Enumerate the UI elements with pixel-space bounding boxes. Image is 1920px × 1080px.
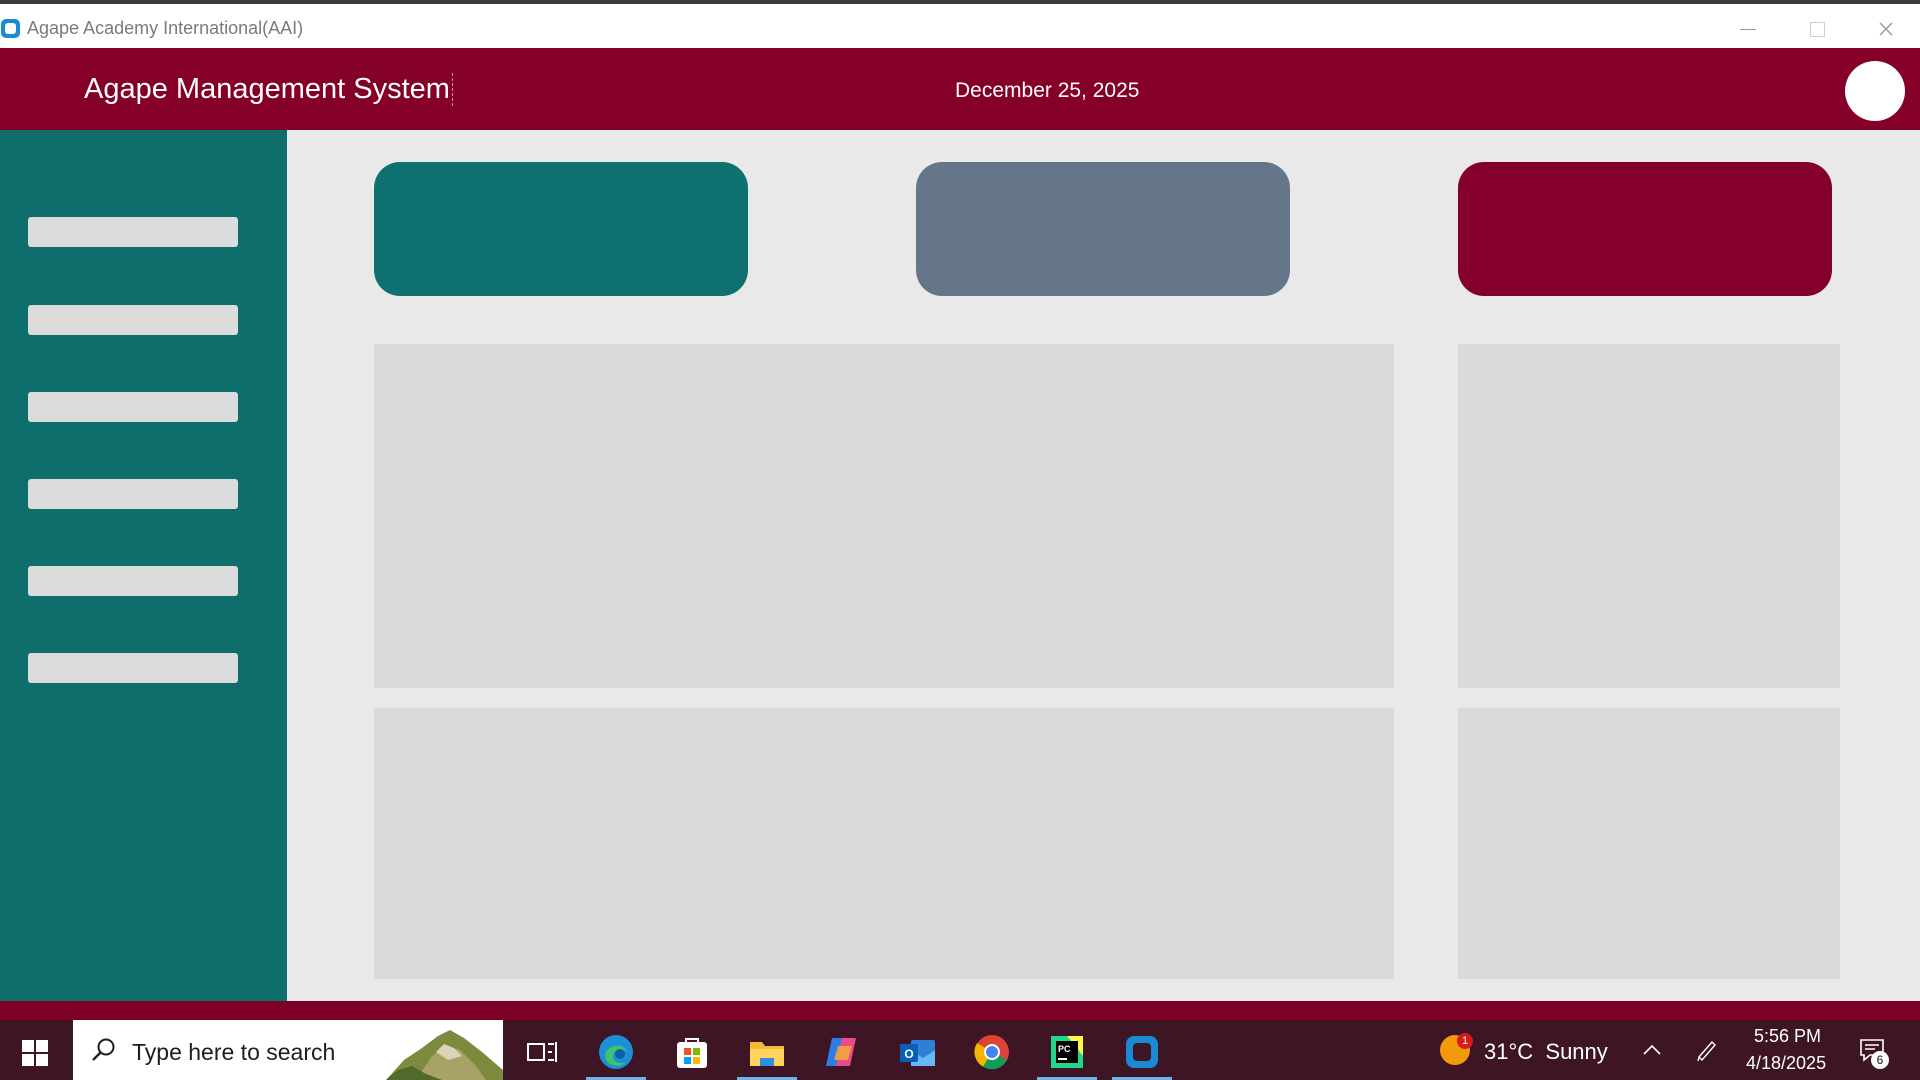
main-content: [287, 130, 1920, 1001]
summary-card-slate[interactable]: [916, 162, 1290, 296]
content-panel-bottom-right: [1458, 708, 1840, 979]
edge-icon[interactable]: [596, 1032, 636, 1072]
content-panel-top-left: [374, 344, 1394, 688]
clock-time[interactable]: 5:56 PM: [1754, 1026, 1821, 1047]
windows-start-icon[interactable]: [22, 1040, 48, 1066]
store-icon[interactable]: [672, 1032, 712, 1072]
outlook-icon[interactable]: O: [897, 1032, 937, 1072]
summary-card-maroon[interactable]: [1458, 162, 1832, 296]
weather-badge: 1: [1457, 1033, 1473, 1049]
window-title: Agape Academy International(AAI): [27, 18, 304, 38]
minimize-icon: [1740, 29, 1756, 30]
taskbar-search-box[interactable]: Type here to search: [73, 1020, 503, 1080]
pycharm-icon[interactable]: PC: [1047, 1032, 1087, 1072]
app-title: Agape Management System: [84, 73, 453, 106]
sidebar-button-5[interactable]: [28, 566, 238, 596]
chrome-icon[interactable]: [972, 1032, 1012, 1072]
pen-icon[interactable]: [1694, 1036, 1720, 1062]
content-panel-top-right: [1458, 344, 1840, 688]
sidebar-button-4[interactable]: [28, 479, 238, 509]
app-icon: [1, 19, 20, 38]
summary-card-teal[interactable]: [374, 162, 748, 296]
weather-condition: Sunny: [1545, 1039, 1608, 1064]
app-footer: [0, 1001, 1920, 1020]
sidebar-button-6[interactable]: [28, 653, 238, 683]
notification-count-badge: 6: [1871, 1051, 1889, 1069]
header-date: December 25, 2025: [955, 79, 1140, 102]
clock-date[interactable]: 4/18/2025: [1746, 1053, 1826, 1074]
svg-text:O: O: [904, 1047, 913, 1061]
task-view-icon[interactable]: [522, 1032, 562, 1072]
minimize-button[interactable]: [1728, 12, 1768, 46]
app-window-icon[interactable]: [1122, 1032, 1162, 1072]
close-button[interactable]: [1866, 12, 1906, 46]
maximize-icon: [1810, 22, 1825, 37]
close-icon: [1879, 22, 1893, 36]
avatar[interactable]: [1845, 61, 1905, 121]
taskbar: Type here to search O PC 1 31°C Sunny 5:…: [0, 1020, 1920, 1080]
svg-text:PC: PC: [1058, 1044, 1071, 1054]
file-explorer-icon[interactable]: [747, 1032, 787, 1072]
copilot-icon[interactable]: [822, 1032, 862, 1072]
weather-temperature: 31°C: [1484, 1039, 1534, 1064]
sidebar-button-2[interactable]: [28, 305, 238, 335]
maximize-button[interactable]: [1797, 12, 1837, 46]
chevron-up-icon[interactable]: [1640, 1038, 1664, 1062]
search-icon: [92, 1038, 115, 1061]
search-highlight-image: [386, 1030, 503, 1080]
sidebar: [0, 130, 287, 1001]
search-placeholder: Type here to search: [132, 1039, 336, 1065]
content-panel-bottom-left: [374, 708, 1394, 979]
weather-readout[interactable]: 31°C Sunny: [1484, 1039, 1608, 1065]
app-header: Agape Management System December 25, 202…: [0, 48, 1920, 130]
sidebar-button-3[interactable]: [28, 392, 238, 422]
sidebar-button-1[interactable]: [28, 217, 238, 247]
window-titlebar[interactable]: Agape Academy International(AAI): [0, 4, 1920, 48]
